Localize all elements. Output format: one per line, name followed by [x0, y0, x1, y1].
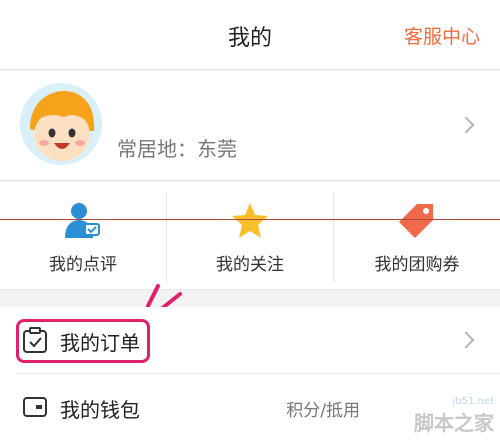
wallet-points-text: 积分/抵用: [286, 401, 360, 421]
watermark-url: jb51.net: [452, 396, 494, 407]
my-reviews-button[interactable]: 我的点评: [0, 182, 166, 290]
top-bar: 我的 客服中心: [0, 0, 500, 70]
highlight-box: [16, 319, 150, 363]
my-orders-row[interactable]: 我的订单: [0, 307, 500, 373]
my-follows-button[interactable]: 我的关注: [167, 182, 333, 290]
residence-text: 常居地：东莞: [117, 137, 237, 161]
annotation-line: [0, 219, 500, 220]
watermark-name: 脚本之家: [414, 411, 494, 435]
watermark: jb51.net 脚本之家: [414, 396, 494, 436]
cartoon-face-icon: [20, 83, 102, 165]
quick-action-label: 我的点评: [49, 255, 117, 275]
wallet-icon: [23, 397, 47, 417]
chevron-right-icon: [457, 331, 475, 349]
profile-card[interactable]: 常居地：东莞: [0, 71, 500, 181]
customer-service-button[interactable]: 客服中心: [404, 22, 480, 49]
chevron-right-icon: [457, 116, 475, 134]
star-icon: [232, 203, 268, 238]
my-coupons-button[interactable]: 我的团购券: [334, 182, 500, 290]
row-label: 我的钱包: [60, 398, 140, 422]
quick-action-label: 我的关注: [216, 255, 284, 275]
coupon-tag-icon: [399, 204, 433, 238]
quick-actions: 我的点评 我的关注 我的团购券: [0, 182, 500, 290]
quick-action-label: 我的团购券: [374, 255, 460, 275]
avatar[interactable]: [20, 83, 102, 165]
user-review-icon: [65, 203, 100, 238]
